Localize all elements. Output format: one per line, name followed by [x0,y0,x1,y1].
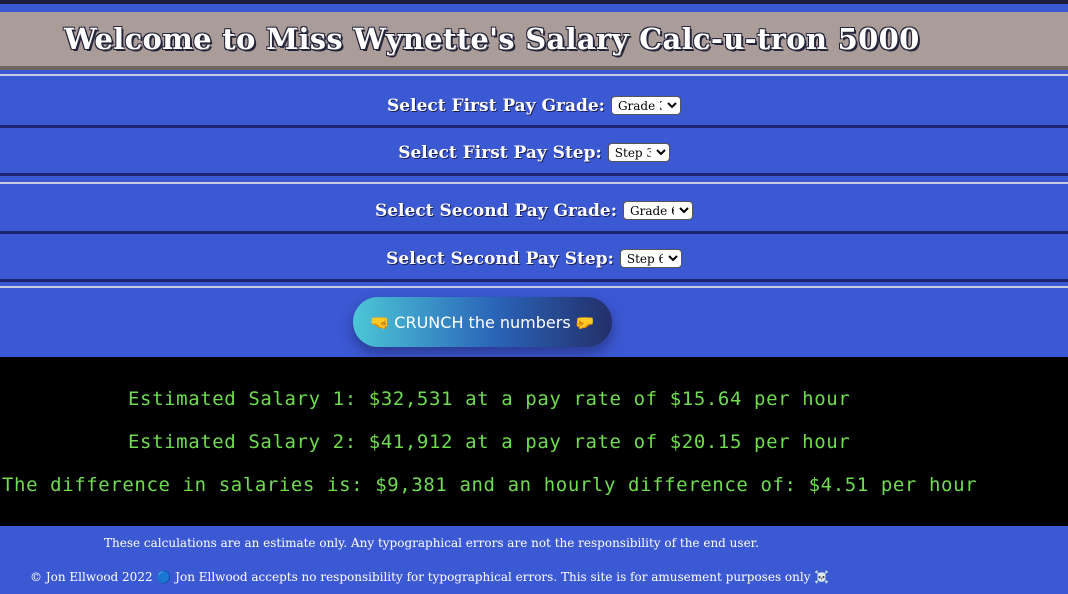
right-fist-icon: 🤛 [574,312,595,332]
second-step-row: Select Second Pay Step: Step 6 [0,238,1068,282]
salary-2-result: Estimated Salary 2: $41,912 at a pay rat… [128,431,851,453]
top-strip [0,4,1068,12]
left-fist-icon: 🤜 [370,312,391,332]
disclaimer-text: These calculations are an estimate only.… [104,536,759,550]
second-step-label: Select Second Pay Step: [386,248,614,269]
divider [0,182,1068,184]
first-step-label: Select First Pay Step: [398,142,602,163]
difference-result: The difference in salaries is: $9,381 an… [2,474,978,496]
second-grade-select[interactable]: Grade 6 [623,201,694,220]
first-step-select[interactable]: Step 3 [607,143,670,162]
divider [0,286,1068,288]
first-step-row: Select First Pay Step: Step 3 [0,132,1068,176]
first-grade-row: Select First Pay Grade: Grade 3 [0,86,1068,128]
second-grade-label: Select Second Pay Grade: [374,200,618,221]
crunch-button[interactable]: 🤜 CRUNCH the numbers 🤛 [353,297,612,347]
crunch-button-label: CRUNCH the numbers [394,312,571,332]
first-grade-label: Select First Pay Grade: [387,95,605,116]
first-grade-select[interactable]: Grade 3 [610,96,681,115]
divider [0,74,1068,76]
second-step-select[interactable]: Step 6 [619,249,682,268]
copyright-text: © Jon Ellwood 2022 🔵 Jon Ellwood accepts… [30,570,830,584]
second-grade-row: Select Second Pay Grade: Grade 6 [0,190,1068,234]
salary-1-result: Estimated Salary 1: $32,531 at a pay rat… [128,388,851,410]
page-title: Welcome to Miss Wynette's Salary Calc-u-… [64,22,920,56]
